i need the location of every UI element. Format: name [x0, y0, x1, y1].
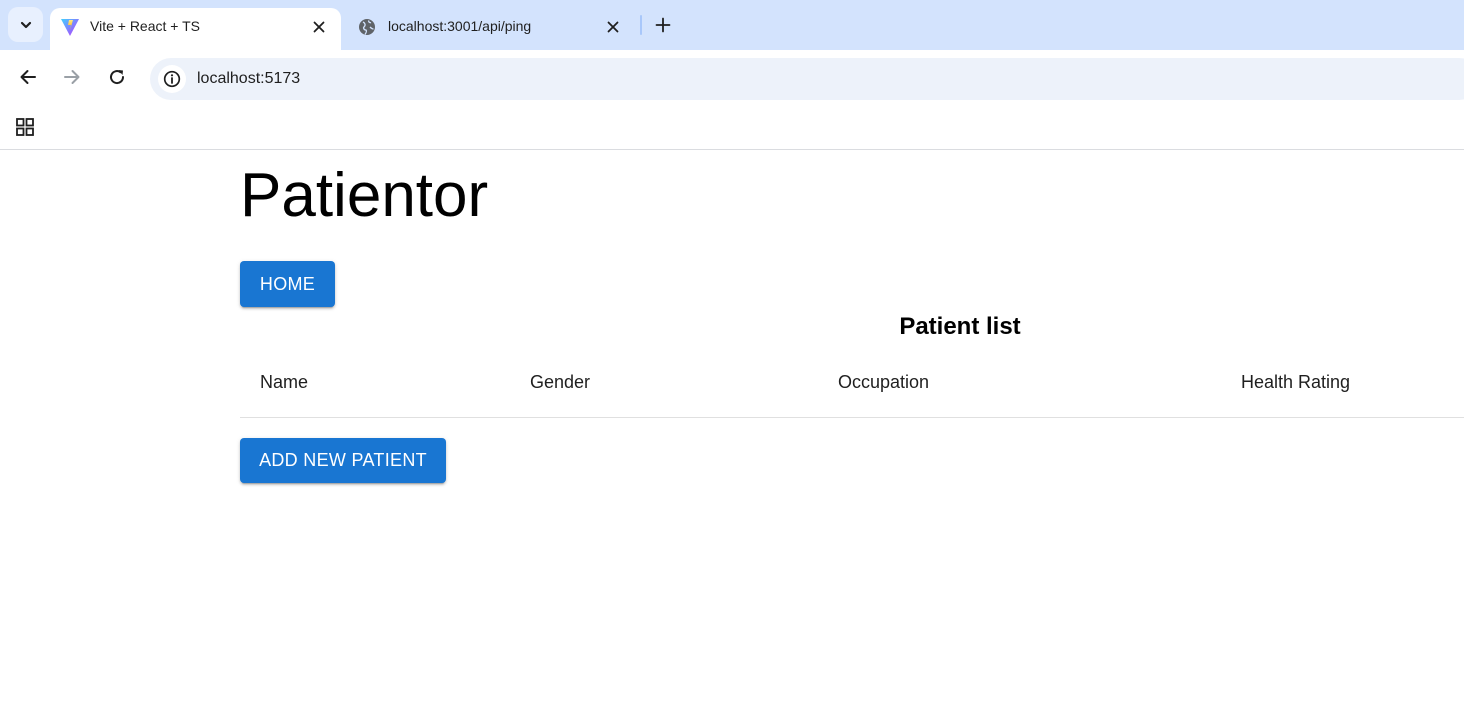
column-header-gender: Gender [530, 372, 591, 392]
column-header-name: Name [260, 372, 309, 392]
tab-separator [640, 15, 642, 35]
tab-strip: Vite + React + TS localhost:3001/api/pin… [0, 0, 1464, 50]
reload-button[interactable] [100, 60, 134, 94]
tab-title: localhost:3001/api/ping [388, 18, 532, 34]
vite-logo-icon [60, 17, 80, 37]
close-icon[interactable] [309, 17, 329, 37]
url-text: localhost:5173 [197, 70, 301, 87]
plus-icon [655, 17, 671, 33]
bookmarks-bar [0, 108, 1464, 150]
address-bar[interactable]: localhost:5173 [150, 58, 1464, 100]
site-info-icon[interactable] [158, 65, 186, 93]
tab-search-button[interactable] [8, 7, 43, 42]
column-header-occupation: Occupation [838, 372, 930, 392]
close-icon[interactable] [603, 17, 623, 37]
page-content: Patientor Home Patient list Name Gender … [0, 151, 1464, 712]
arrow-left-icon [20, 70, 36, 84]
reload-icon [110, 70, 125, 85]
add-new-patient-button[interactable]: Add New Patient [240, 438, 446, 483]
apps-button[interactable] [12, 114, 38, 140]
chevron-down-icon [20, 21, 31, 28]
page-title: Patientor [240, 161, 489, 230]
patient-list-heading: Patient list [899, 313, 1021, 340]
apps-grid-icon [16, 118, 34, 136]
browser-toolbar: localhost:5173 [0, 50, 1464, 108]
patient-table-header: Name Gender Occupation Health Rating [240, 357, 1464, 418]
forward-button[interactable] [55, 60, 89, 94]
tab-api-ping[interactable]: localhost:3001/api/ping [345, 8, 635, 50]
column-header-health-rating: Health Rating [1241, 372, 1351, 392]
tab-title: Vite + React + TS [90, 18, 200, 34]
back-button[interactable] [11, 60, 45, 94]
home-button[interactable]: Home [240, 261, 335, 307]
new-tab-button[interactable] [650, 12, 676, 38]
tab-vite-react[interactable]: Vite + React + TS [50, 8, 341, 50]
arrow-right-icon [64, 70, 80, 84]
globe-icon [357, 17, 377, 37]
